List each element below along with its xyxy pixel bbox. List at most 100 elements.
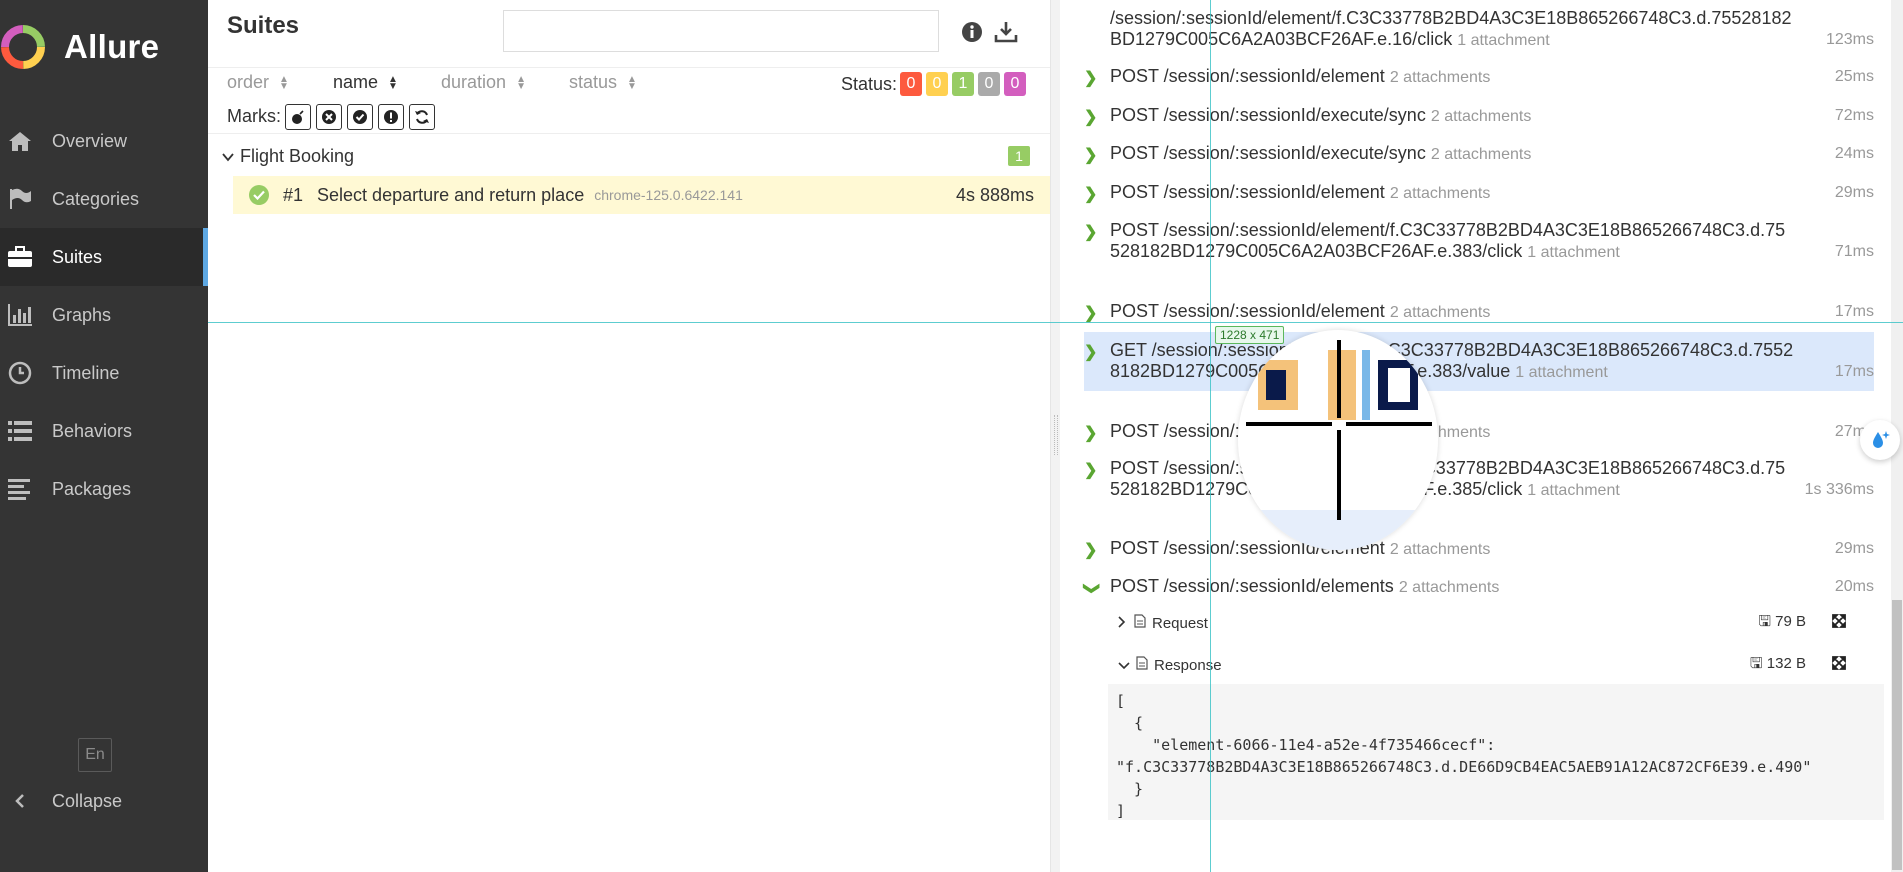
chevron-right-icon: ❯ bbox=[1084, 542, 1098, 559]
step-text: POST /session/:sessionId/execute/sync bbox=[1110, 143, 1426, 163]
chevron-right-icon: ❯ bbox=[1084, 344, 1098, 361]
test-steps-pane: /session/:sessionId/element/f.C3C33778B2… bbox=[1060, 0, 1903, 872]
step-row[interactable]: ❯ POST /session/:sessionId/element/f.C3C… bbox=[1084, 458, 1874, 501]
step-attachments: 1 attachment bbox=[1527, 482, 1620, 499]
bar-chart-icon bbox=[6, 301, 34, 329]
pane-resize-handle[interactable] bbox=[1050, 0, 1060, 872]
sort-label: duration bbox=[441, 72, 507, 92]
flag-icon bbox=[6, 185, 34, 213]
step-duration: 17ms bbox=[1834, 303, 1874, 320]
sort-name[interactable]: name ▲ ▼ bbox=[333, 72, 398, 93]
expand-icon[interactable] bbox=[1832, 656, 1846, 674]
new-broken-mark-button[interactable] bbox=[378, 104, 404, 130]
test-result-row[interactable]: #1 Select departure and return place chr… bbox=[233, 176, 1050, 214]
step-attachments: 2 attachments bbox=[1430, 146, 1532, 163]
sidebar-item-label: Graphs bbox=[52, 304, 112, 325]
sort-bar: order ▲ ▼ name ▲ ▼ duration ▲ ▼ status ▲ ▼ S… bbox=[208, 68, 1050, 98]
step-row[interactable]: ❯ POST /session/:sessionId/element 2 att… bbox=[1084, 421, 1874, 443]
attachment-size-value: 79 B bbox=[1775, 612, 1806, 630]
status-failed-badge[interactable]: 0 bbox=[900, 72, 922, 96]
sidebar-item-label: Overview bbox=[52, 130, 128, 151]
step-text: POST /session/:sessionId/element/f.C3C33… bbox=[1110, 458, 1786, 499]
step-duration: 25ms bbox=[1834, 68, 1874, 85]
attachment-name: Request bbox=[1152, 614, 1208, 632]
chevron-right-icon: ❯ bbox=[1084, 109, 1098, 126]
sidebar-item-packages[interactable]: Packages bbox=[0, 460, 208, 518]
brand[interactable]: Allure bbox=[0, 22, 159, 72]
sidebar-item-label: Timeline bbox=[52, 362, 120, 383]
info-icon[interactable] bbox=[960, 20, 984, 44]
scrollbar-thumb[interactable] bbox=[1892, 600, 1902, 870]
download-icon[interactable] bbox=[994, 20, 1018, 44]
step-row[interactable]: /session/:sessionId/element/f.C3C33778B2… bbox=[1084, 8, 1874, 51]
language-button[interactable]: En bbox=[78, 738, 112, 772]
sort-arrows-icon: ▲ ▼ bbox=[388, 73, 398, 92]
collapse-button[interactable]: Collapse bbox=[0, 786, 122, 816]
passed-status-icon bbox=[249, 185, 269, 205]
step-text: POST /session/:sessionId/execute/sync bbox=[1110, 105, 1426, 125]
step-attachments: 1 attachment bbox=[1515, 364, 1608, 381]
response-body: [ { "element-6066-11e4-a52e-4f735466cecf… bbox=[1108, 684, 1884, 820]
sidebar-item-label: Behaviors bbox=[52, 420, 133, 441]
file-icon bbox=[1136, 656, 1148, 674]
retries-mark-button[interactable] bbox=[409, 104, 435, 130]
step-duration: 29ms bbox=[1834, 540, 1874, 557]
sidebar-item-timeline[interactable]: Timeline bbox=[0, 344, 208, 402]
step-row-selected[interactable]: ❯ GET /session/:sessionId/element/f.C3C3… bbox=[1084, 332, 1874, 391]
step-row[interactable]: ❯ POST /session/:sessionId/element 2 att… bbox=[1084, 538, 1874, 560]
step-attachments: 2 attachments bbox=[1389, 185, 1491, 202]
step-row[interactable]: ❯ POST /session/:sessionId/execute/sync … bbox=[1084, 105, 1874, 127]
save-icon: 🖫 bbox=[1749, 654, 1763, 672]
sidebar-item-categories[interactable]: Categories bbox=[0, 170, 208, 228]
sort-duration[interactable]: duration ▲ ▼ bbox=[441, 72, 526, 93]
search-input[interactable] bbox=[503, 10, 939, 52]
step-attachments: 1 attachment bbox=[1527, 244, 1620, 261]
step-duration: 17ms bbox=[1834, 363, 1874, 380]
magnifier-loupe bbox=[1238, 330, 1438, 550]
status-unknown-badge[interactable]: 0 bbox=[1004, 72, 1026, 96]
status-broken-badge[interactable]: 0 bbox=[926, 72, 948, 96]
clock-icon bbox=[6, 359, 34, 387]
chevron-down-icon: ❯ bbox=[1083, 581, 1101, 596]
sidebar-item-graphs[interactable]: Graphs bbox=[0, 286, 208, 344]
step-text: POST /session/:sessionId/element bbox=[1110, 182, 1385, 202]
sidebar-nav: Overview Categories Suites Graphs Timeli… bbox=[0, 112, 208, 518]
test-name: Select departure and return place bbox=[317, 184, 585, 205]
step-row[interactable]: ❯ POST /session/:sessionId/element 2 att… bbox=[1084, 301, 1874, 323]
brand-name: Allure bbox=[64, 28, 160, 65]
flaky-mark-button[interactable] bbox=[285, 104, 311, 130]
new-passed-mark-button[interactable] bbox=[347, 104, 373, 130]
test-number: #1 bbox=[283, 184, 304, 205]
step-row[interactable]: ❯ POST /session/:sessionId/element/f.C3C… bbox=[1084, 220, 1874, 263]
status-passed-badge[interactable]: 1 bbox=[952, 72, 974, 96]
sidebar-item-suites[interactable]: Suites bbox=[0, 228, 208, 286]
step-row[interactable]: ❯ POST /session/:sessionId/element 2 att… bbox=[1084, 66, 1874, 88]
chevron-right-icon: ❯ bbox=[1084, 305, 1098, 322]
attachment-row-response[interactable]: Response 🖫 132 B bbox=[1118, 650, 1858, 680]
step-row-expanded[interactable]: ❯ POST /session/:sessionId/elements 2 at… bbox=[1083, 576, 1874, 598]
suites-header: Suites bbox=[208, 0, 1050, 68]
step-row[interactable]: ❯ POST /session/:sessionId/element 2 att… bbox=[1084, 182, 1874, 204]
attachment-row-request[interactable]: Request 🖫 79 B bbox=[1118, 608, 1858, 638]
step-text: POST /session/:sessionId/elements bbox=[1110, 576, 1394, 596]
file-icon bbox=[1134, 614, 1146, 632]
step-duration: 29ms bbox=[1834, 184, 1874, 201]
step-row[interactable]: ❯ POST /session/:sessionId/execute/sync … bbox=[1084, 143, 1874, 165]
sidebar-item-overview[interactable]: Overview bbox=[0, 112, 208, 170]
sort-order[interactable]: order ▲ ▼ bbox=[227, 72, 289, 93]
sort-label: order bbox=[227, 72, 270, 92]
magnifier-crosshair-icon bbox=[1238, 340, 1438, 550]
step-duration: 24ms bbox=[1834, 145, 1874, 162]
suite-group-name: Flight Booking bbox=[240, 145, 355, 166]
status-label: Status: bbox=[841, 74, 898, 94]
floating-assistant-button[interactable] bbox=[1860, 420, 1900, 460]
suite-group-row[interactable]: Flight Booking 1 bbox=[208, 140, 1050, 172]
sidebar-item-behaviors[interactable]: Behaviors bbox=[0, 402, 208, 460]
new-failed-mark-button[interactable] bbox=[316, 104, 342, 130]
step-attachments: 1 attachment bbox=[1457, 32, 1550, 49]
home-icon bbox=[6, 127, 34, 155]
chevron-right-icon: ❯ bbox=[1084, 70, 1098, 87]
expand-icon[interactable] bbox=[1832, 614, 1846, 632]
sort-status[interactable]: status ▲ ▼ bbox=[569, 72, 637, 93]
status-skipped-badge[interactable]: 0 bbox=[978, 72, 1000, 96]
